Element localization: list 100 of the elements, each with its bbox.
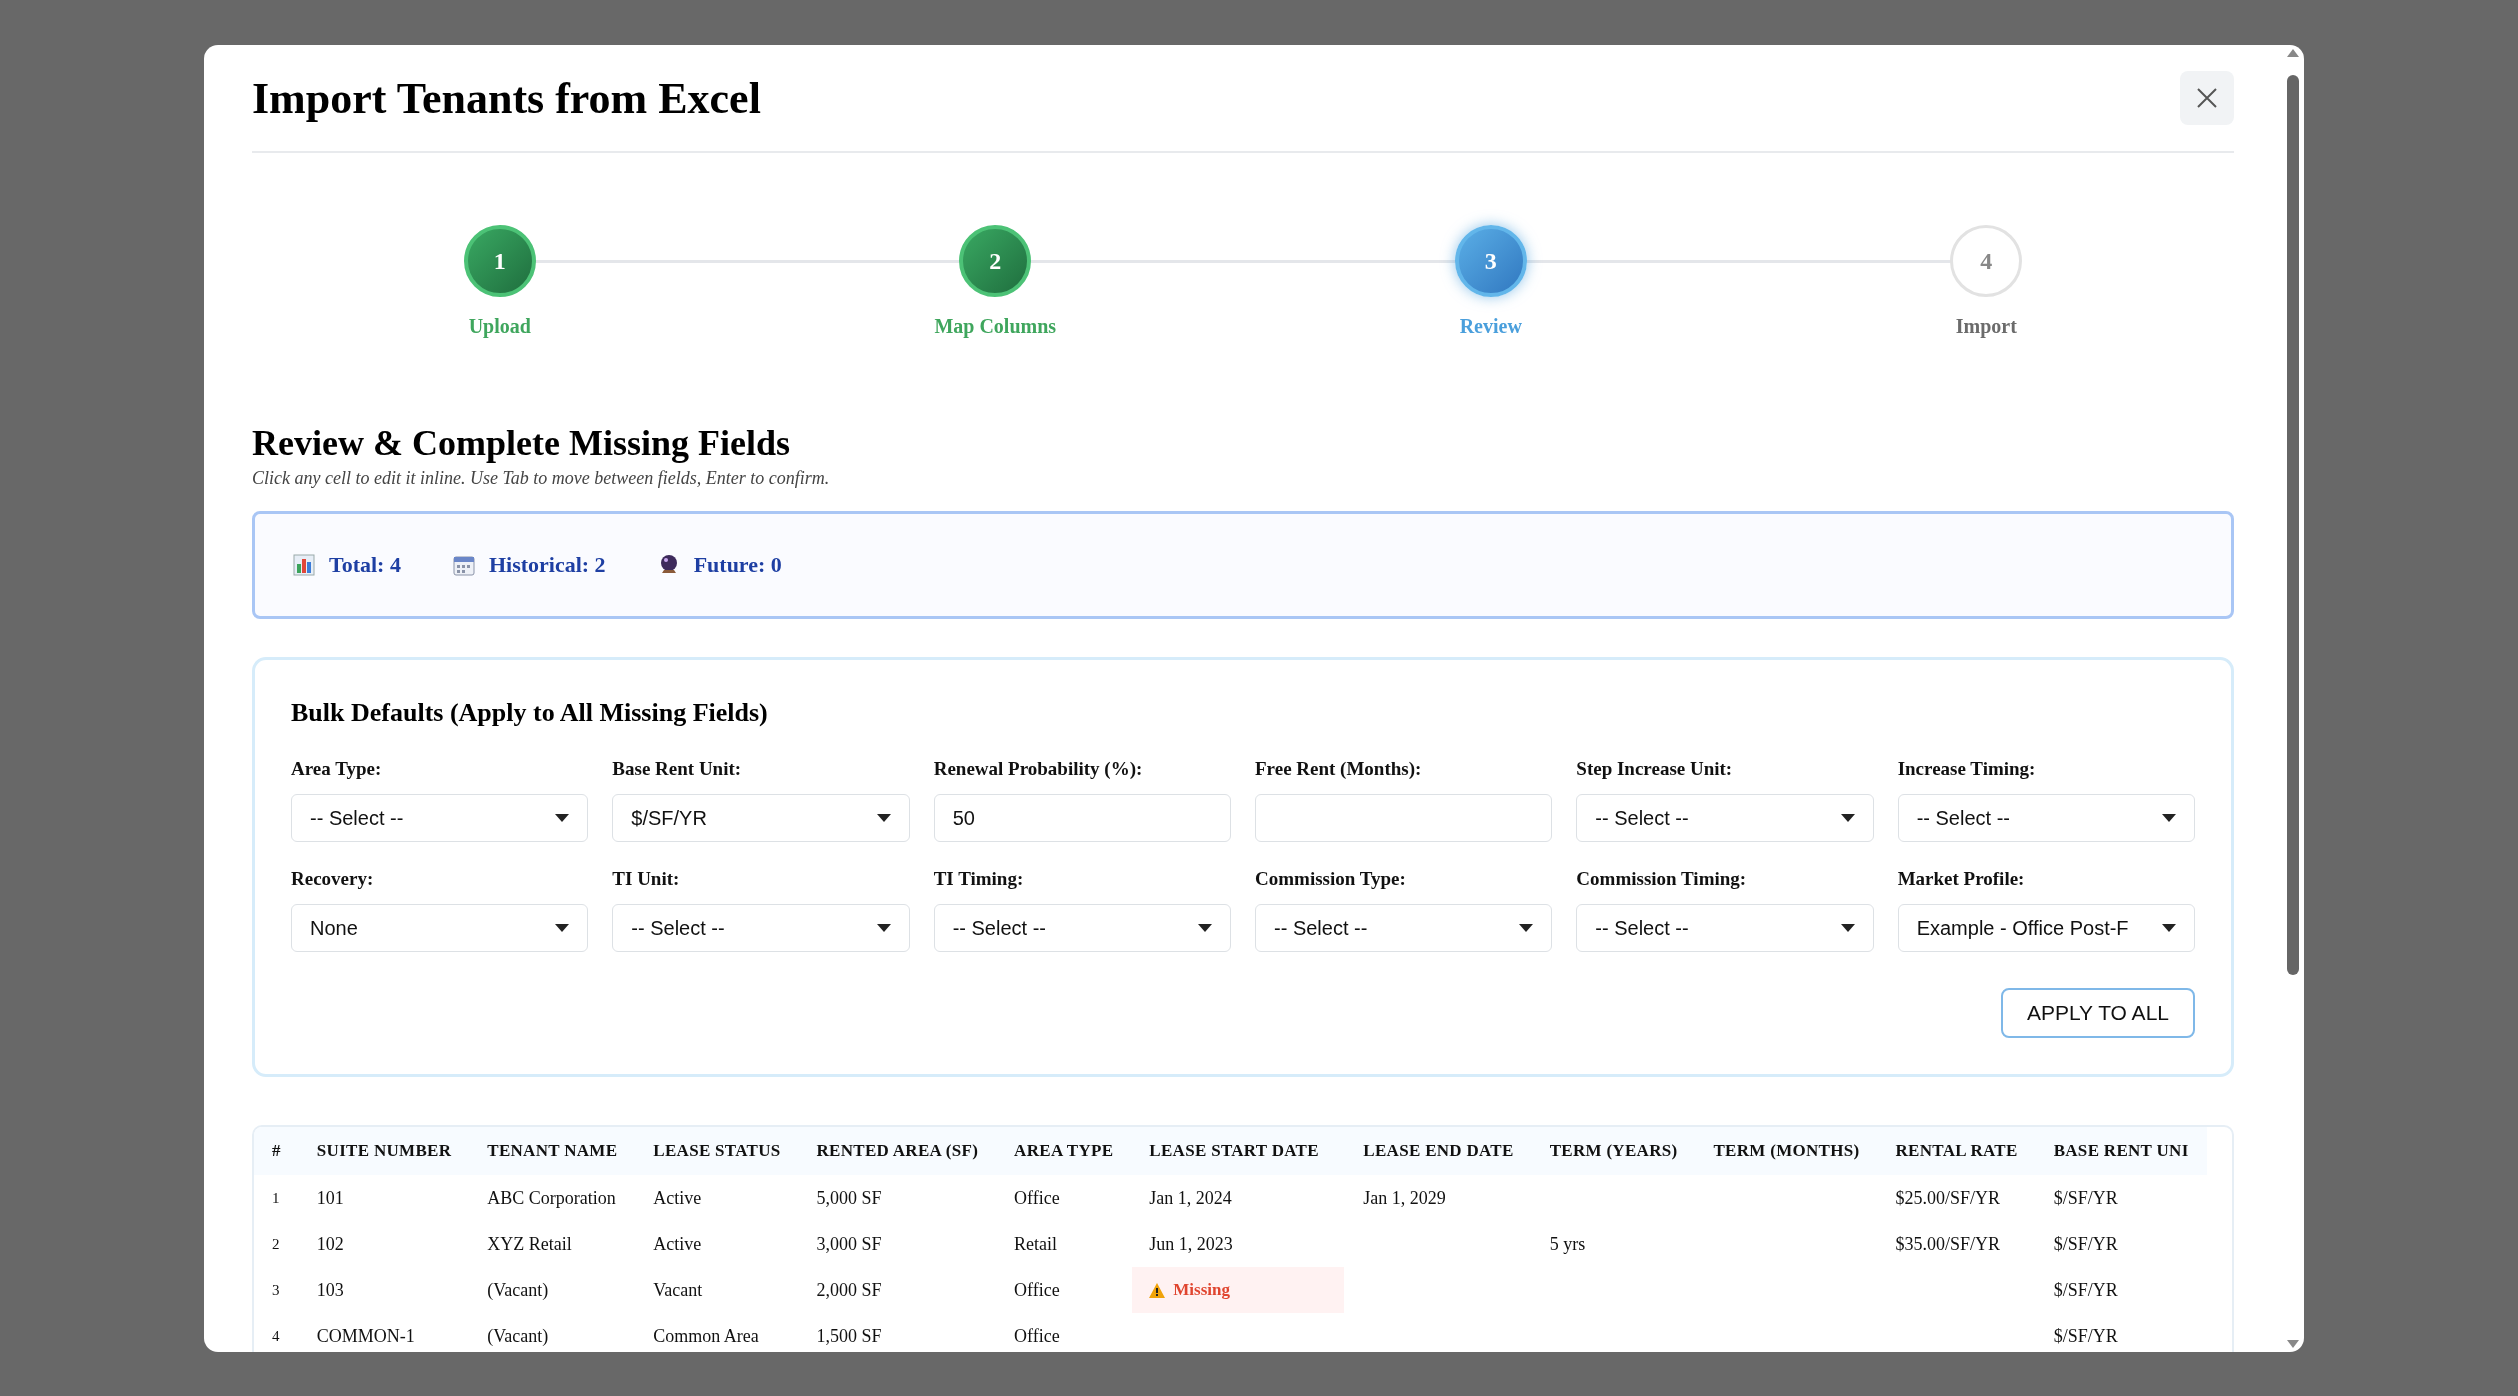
column-header: LEASE STATUS xyxy=(635,1127,799,1175)
step-circle: 2 xyxy=(959,225,1032,297)
calendar-icon xyxy=(452,554,475,576)
caret-icon xyxy=(1840,814,1855,822)
select-field[interactable]: None xyxy=(291,904,589,952)
table-cell-text: Vacant xyxy=(652,1278,704,1302)
table-cell-text: $/SF/YR xyxy=(2052,1324,2119,1348)
step-circle: 1 xyxy=(463,225,536,297)
caret-icon xyxy=(1198,924,1212,932)
table-cell-text: 1,500 SF xyxy=(815,1324,883,1348)
section-hint: Click any cell to edit it inline. Use Tab to move between fields, Enter to confirm. xyxy=(252,468,831,489)
select-field[interactable]: Example - Office Post-F xyxy=(1897,904,2195,952)
table-cell-text: Common Area xyxy=(652,1324,760,1348)
table-cell-text: (Vacant) xyxy=(486,1324,550,1348)
caret-icon xyxy=(876,924,891,932)
table-cell-text: $35.00/SF/YR xyxy=(1894,1232,2001,1256)
select-field[interactable]: -- Select -- xyxy=(1576,904,1874,952)
warning-icon xyxy=(1149,1282,1166,1298)
table-cell: Office xyxy=(996,1175,1132,1221)
table-cell: $25.00/SF/YR xyxy=(1877,1175,2036,1221)
field-label: Market Profile: xyxy=(1897,868,2026,890)
apply-button[interactable]: APPLY TO ALL xyxy=(2000,988,2195,1038)
table-cell: Jan 1, 2024 xyxy=(1131,1175,1346,1221)
step-label: Map Columns xyxy=(934,315,1057,338)
table-cell-text: Office xyxy=(1013,1324,1061,1348)
table-cell-text: 5 yrs xyxy=(1548,1232,1587,1256)
table-cell: $/SF/YR xyxy=(2035,1175,2207,1221)
table-cell-text: 102 xyxy=(315,1232,345,1256)
field-label: Commission Timing: xyxy=(1576,868,1748,890)
caret-icon xyxy=(876,814,891,822)
caret-icon xyxy=(2162,814,2176,822)
row-number: 4 xyxy=(271,1326,281,1346)
step-circle: 3 xyxy=(1454,225,1527,297)
field-label: Area Type: xyxy=(291,758,383,780)
table-cell-text: Retail xyxy=(1013,1232,1059,1256)
column-header: RENTED AREA (SF) xyxy=(798,1127,997,1175)
step-label: Import xyxy=(1955,315,2017,338)
table-cell: 5,000 SF xyxy=(798,1175,997,1221)
table-cell: Jun 1, 2023 xyxy=(1131,1221,1346,1267)
select-field[interactable]: -- Select -- xyxy=(291,794,589,842)
select-field[interactable]: -- Select -- xyxy=(612,904,910,952)
field-label: Commission Type: xyxy=(1255,868,1407,890)
stat-text: Historical: 2 xyxy=(488,552,606,578)
table-cell-text: (Vacant) xyxy=(486,1278,550,1302)
caret-icon xyxy=(1840,924,1855,932)
table-cell-text: $/SF/YR xyxy=(2052,1232,2119,1256)
table-cell-text: Active xyxy=(652,1232,703,1256)
step-circle: 4 xyxy=(1950,225,2023,297)
table-cell: ABC Corporation xyxy=(469,1175,636,1221)
row-number: 2 xyxy=(271,1234,281,1254)
field-label: Free Rent (Months): xyxy=(1255,758,1423,780)
table-cell: Active xyxy=(635,1175,799,1221)
field-label: Step Increase Unit: xyxy=(1576,758,1734,780)
caret-icon xyxy=(555,814,570,822)
caret-icon xyxy=(555,924,570,932)
column-header: # xyxy=(254,1127,299,1175)
column-header: TENANT NAME xyxy=(469,1127,636,1175)
dialog-title: Import Tenants from Excel xyxy=(252,72,761,124)
select-field[interactable]: $/SF/YR xyxy=(612,794,910,842)
caret-icon xyxy=(1519,924,1534,932)
input-field[interactable]: 50 xyxy=(933,794,1231,842)
table-cell-text: XYZ Retail xyxy=(486,1232,573,1256)
table-cell-text: COMMON-1 xyxy=(315,1324,416,1348)
field-label: Base Rent Unit: xyxy=(612,758,743,780)
close-button[interactable] xyxy=(2180,71,2234,125)
column-header: RENTAL RATE xyxy=(1877,1127,2036,1175)
table-cell: 101 xyxy=(298,1175,470,1221)
table-cell-text: 103 xyxy=(315,1278,345,1302)
select-field[interactable]: -- Select -- xyxy=(933,904,1231,952)
bar-chart-icon xyxy=(293,554,315,576)
section-title: Review & Complete Missing Fields xyxy=(252,422,791,464)
field-label: Renewal Probability (%): xyxy=(933,758,1144,780)
column-header: TERM (YEARS) xyxy=(1531,1127,1696,1175)
stat-text: Total: 4 xyxy=(329,552,401,578)
panel-title: Bulk Defaults (Apply to All Missing Fields) xyxy=(291,698,769,728)
missing-cell[interactable]: Missing xyxy=(1132,1267,1345,1313)
column-header: BASE RENT UNI xyxy=(2035,1127,2207,1175)
close-icon xyxy=(2196,87,2218,109)
step-label: Upload xyxy=(468,315,531,338)
table-cell-text: $/SF/YR xyxy=(2052,1278,2119,1302)
field-label: Recovery: xyxy=(291,868,375,890)
column-header: SUITE NUMBER xyxy=(298,1127,470,1175)
field-label: Increase Timing: xyxy=(1897,758,2037,780)
stat-text: Future: 0 xyxy=(693,552,782,578)
select-field[interactable]: -- Select -- xyxy=(1897,794,2195,842)
column-header: LEASE END DATE xyxy=(1345,1127,1532,1175)
row-number: 1 xyxy=(254,1175,299,1221)
caret-icon xyxy=(2162,924,2176,932)
step-label: Review xyxy=(1459,315,1522,338)
column-header: LEASE START DATE xyxy=(1131,1127,1346,1175)
select-field[interactable]: -- Select -- xyxy=(1576,794,1874,842)
field-label: TI Unit: xyxy=(612,868,681,890)
table-cell-text: 2,000 SF xyxy=(815,1278,883,1302)
table-cell-text: Office xyxy=(1013,1278,1061,1302)
select-field[interactable]: -- Select -- xyxy=(1255,904,1553,952)
input-field[interactable] xyxy=(1255,794,1553,842)
column-header: TERM (MONTHS) xyxy=(1695,1127,1878,1175)
column-header: AREA TYPE xyxy=(996,1127,1132,1175)
row-number: 3 xyxy=(271,1280,281,1300)
table-cell: Jan 1, 2029 xyxy=(1345,1175,1532,1221)
